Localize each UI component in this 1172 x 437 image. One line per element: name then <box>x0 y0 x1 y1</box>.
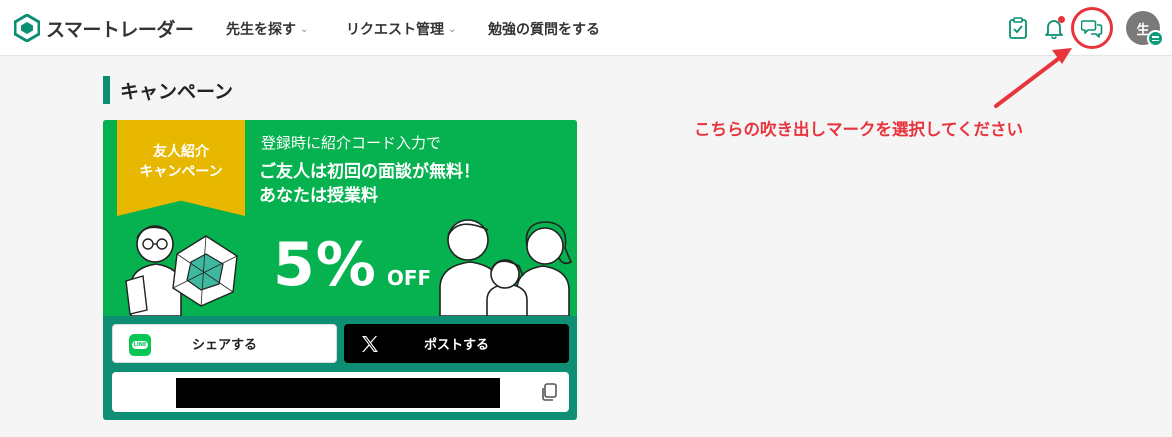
teacher-illustration <box>125 225 238 316</box>
campaign-headline: ご友人は初回の面談が無料！ あなたは授業料 <box>259 160 480 208</box>
highlight-circle <box>1071 7 1113 49</box>
campaign-ribbon: 友人紹介 キャンペーン <box>117 120 245 216</box>
menu-icon[interactable] <box>1147 30 1164 47</box>
line-share-label: シェアする <box>191 338 257 353</box>
nav-ask-question[interactable]: 勉強の質問をする <box>488 19 600 39</box>
chevron-down-icon: ⌄ <box>300 23 309 35</box>
discount-amount: 5% OFF <box>273 230 431 300</box>
headline-line1: ご友人は初回の面談が無料！ <box>259 162 480 182</box>
clipboard-check-icon[interactable] <box>1004 14 1032 42</box>
referral-code-field <box>112 372 569 412</box>
campaign-subtitle: 登録時に紹介コード入力で <box>261 134 442 152</box>
bell-icon[interactable] <box>1040 14 1068 42</box>
copy-icon[interactable] <box>539 382 559 402</box>
logo[interactable]: スマートレーダー <box>14 14 194 42</box>
discount-percent: 5% <box>273 230 377 300</box>
line-share-button[interactable]: LINE シェアする <box>112 324 337 363</box>
x-post-button[interactable]: ポストする <box>344 324 569 363</box>
ribbon-line2: キャンペーン <box>139 164 223 180</box>
family-illustration <box>439 219 573 316</box>
annotation-text: こちらの吹き出しマークを選択してください <box>694 120 1024 139</box>
section-title: キャンペーン <box>120 80 234 103</box>
campaign-card: 友人紹介 キャンペーン 登録時に紹介コード入力で ご友人は初回の面談が無料！ あ… <box>103 120 577 420</box>
headline-line2: あなたは授業料 <box>259 186 378 206</box>
logo-text: スマートレーダー <box>46 18 194 41</box>
logo-icon <box>14 14 40 42</box>
ribbon-line1: 友人紹介 <box>153 144 209 160</box>
notification-dot <box>1058 16 1065 23</box>
nav-ask-question-label: 勉強の質問をする <box>488 22 600 38</box>
chevron-down-icon: ⌄ <box>448 23 457 35</box>
x-post-label: ポストする <box>423 338 489 353</box>
nav-find-teacher[interactable]: 先生を探す ⌄ <box>226 19 308 39</box>
nav-request-management[interactable]: リクエスト管理 ⌄ <box>346 19 456 39</box>
section-accent-bar <box>103 76 110 104</box>
redacted-code <box>176 378 500 408</box>
discount-suffix: OFF <box>386 266 432 290</box>
campaign-banner: 友人紹介 キャンペーン 登録時に紹介コード入力で ご友人は初回の面談が無料！ あ… <box>103 120 577 316</box>
nav-find-teacher-label: 先生を探す <box>226 22 296 38</box>
nav-request-management-label: リクエスト管理 <box>346 22 444 38</box>
top-header: スマートレーダー 先生を探す ⌄ リクエスト管理 ⌄ 勉強の質問をする 生 <box>0 0 1172 56</box>
section-heading: キャンペーン <box>103 76 233 104</box>
